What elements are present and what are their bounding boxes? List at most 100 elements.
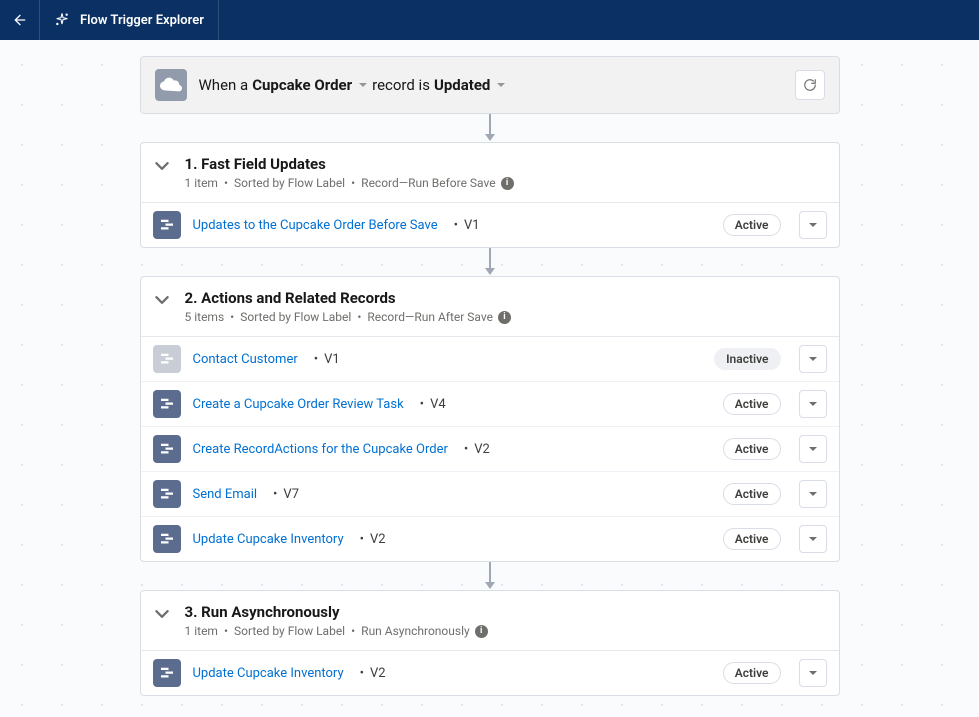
flow-type-icon <box>153 659 181 687</box>
caret-down-icon <box>808 399 818 409</box>
flow-version: V1 <box>450 218 480 233</box>
flow-icon <box>158 395 176 413</box>
action-dropdown[interactable] <box>496 80 506 90</box>
info-icon[interactable]: i <box>501 177 514 190</box>
flow-version: V2 <box>460 442 490 457</box>
section-card: 1. Fast Field Updates 1 itemSorted by Flo… <box>140 142 840 248</box>
caret-down-icon <box>496 80 506 90</box>
caret-down-icon <box>808 220 818 230</box>
flow-icon <box>158 440 176 458</box>
row-actions-dropdown[interactable] <box>799 211 827 239</box>
trigger-object: Cupcake Order <box>252 76 352 94</box>
status-badge: Active <box>723 662 781 684</box>
section-count: 1 item <box>185 624 218 638</box>
flow-link[interactable]: Contact Customer <box>193 352 298 367</box>
flow-link[interactable]: Create RecordActions for the Cupcake Ord… <box>193 442 448 457</box>
chevron-down-icon <box>155 607 169 621</box>
section-title: 3. Run Asynchronously <box>185 603 823 621</box>
flow-version: V4 <box>416 397 446 412</box>
flow-type-icon <box>153 390 181 418</box>
section-subtitle: 1 itemSorted by Flow LabelRecord—Run Bef… <box>185 176 823 190</box>
row-actions-dropdown[interactable] <box>799 345 827 373</box>
trigger-mid: record is <box>372 76 430 94</box>
caret-down-icon <box>808 534 818 544</box>
section-context: Record—Run After Save <box>367 310 493 324</box>
row-actions-dropdown[interactable] <box>799 525 827 553</box>
flow-version: V2 <box>356 532 386 547</box>
refresh-icon <box>803 78 817 92</box>
arrow-down-icon <box>484 248 496 276</box>
status-badge: Active <box>723 438 781 460</box>
main-content: When a Cupcake Order record is Updated 1… <box>0 40 979 696</box>
section-context: Record—Run Before Save <box>361 176 495 190</box>
status-badge: Active <box>723 528 781 550</box>
info-icon[interactable]: i <box>498 311 511 324</box>
flow-row: Updates to the Cupcake Order Before Save… <box>141 203 839 247</box>
section-card: 3. Run Asynchronously 1 item Sorted by Flo… <box>140 590 840 696</box>
row-actions-dropdown[interactable] <box>799 435 827 463</box>
flow-version: V2 <box>356 666 386 681</box>
flow-type-icon <box>153 345 181 373</box>
status-badge: Inactive <box>714 348 780 370</box>
row-actions-dropdown[interactable] <box>799 659 827 687</box>
section-subtitle: 5 items Sorted by Flow Label Record—Run Af… <box>185 310 823 324</box>
back-button[interactable] <box>0 0 40 40</box>
object-dropdown[interactable] <box>358 80 368 90</box>
flow-type-icon <box>153 435 181 463</box>
chevron-down-icon <box>155 159 169 173</box>
sparkle-icon <box>54 12 70 28</box>
caret-down-icon <box>808 354 818 364</box>
chevron-down-icon <box>155 293 169 307</box>
section-sort: Sorted by Flow Label <box>234 176 345 190</box>
status-badge: Active <box>723 393 781 415</box>
caret-down-icon <box>358 80 368 90</box>
flow-row: Update Cupcake Inventory V2 Active <box>141 516 839 561</box>
flow-row: Create a Cupcake Order Review Task V4 Acti… <box>141 381 839 426</box>
refresh-button[interactable] <box>795 70 825 100</box>
flow-icon <box>158 350 176 368</box>
section-count: 5 items <box>185 310 225 324</box>
section-body: Update Cupcake Inventory V2 Active <box>141 651 839 695</box>
flow-link[interactable]: Updates to the Cupcake Order Before Save <box>193 218 438 233</box>
flow-arrow <box>140 114 840 142</box>
flow-row: Create RecordActions for the Cupcake Ord… <box>141 426 839 471</box>
section-sort: Sorted by Flow Label <box>234 624 345 638</box>
caret-down-icon <box>808 444 818 454</box>
flow-link[interactable]: Update Cupcake Inventory <box>193 532 344 547</box>
flow-link[interactable]: Update Cupcake Inventory <box>193 666 344 681</box>
flow-version: V7 <box>269 487 299 502</box>
arrow-left-icon <box>12 12 28 28</box>
section-body: Updates to the Cupcake Order Before Save… <box>141 203 839 247</box>
section-header: 2. Actions and Related Records 5 items Sor… <box>141 277 839 337</box>
section-sort: Sorted by Flow Label <box>240 310 351 324</box>
header-title-block: Flow Trigger Explorer <box>40 0 219 40</box>
flow-type-icon <box>153 525 181 553</box>
cloud-icon <box>155 69 187 101</box>
collapse-toggle[interactable] <box>155 607 169 625</box>
flow-icon <box>158 530 176 548</box>
trigger-action: Updated <box>434 76 490 94</box>
arrow-down-icon <box>484 114 496 142</box>
page-title: Flow Trigger Explorer <box>80 13 204 28</box>
flow-icon <box>158 216 176 234</box>
row-actions-dropdown[interactable] <box>799 390 827 418</box>
flow-arrow <box>140 248 840 276</box>
flow-type-icon <box>153 480 181 508</box>
info-icon[interactable]: i <box>475 625 488 638</box>
section-title: 2. Actions and Related Records <box>185 289 823 307</box>
app-header: Flow Trigger Explorer <box>0 0 979 40</box>
flow-type-icon <box>153 211 181 239</box>
section-context: Run Asynchronously <box>361 624 470 638</box>
row-actions-dropdown[interactable] <box>799 480 827 508</box>
trigger-sentence: When a Cupcake Order record is Updated <box>199 76 783 94</box>
section-header: 1. Fast Field Updates 1 itemSorted by Flo… <box>141 143 839 203</box>
section-title: 1. Fast Field Updates <box>185 155 823 173</box>
flow-row: Send EmailV7Active <box>141 471 839 516</box>
collapse-toggle[interactable] <box>155 159 169 177</box>
flow-link[interactable]: Create a Cupcake Order Review Task <box>193 397 404 412</box>
collapse-toggle[interactable] <box>155 293 169 311</box>
trigger-prefix: When a <box>199 76 249 94</box>
flow-link[interactable]: Send Email <box>193 487 258 502</box>
trigger-card: When a Cupcake Order record is Updated <box>140 56 840 114</box>
flow-icon <box>158 664 176 682</box>
